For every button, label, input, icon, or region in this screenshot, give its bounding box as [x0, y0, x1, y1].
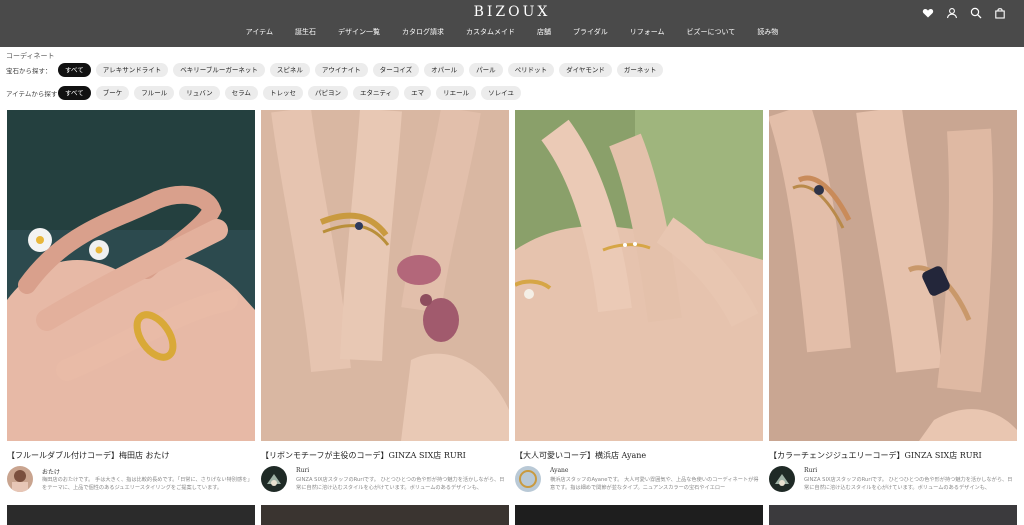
filter-panel: コーディネート 宝石から探す： すべて アレキサンドライト ベキリーブルーガーネ…: [6, 51, 1018, 100]
item-filter-row: アイテムから探す： すべて ブーケ フルール リュバン セラム トレッセ パピヨ…: [6, 86, 1018, 100]
author-description: GINZA SIX店スタッフのRuriです。 ひとつひとつの色や形が持つ魅力を活…: [804, 477, 1013, 491]
author-block: Ayane 横浜店スタッフのAyaneです。 大人可愛い雰囲気や、上品な色使いの…: [515, 466, 763, 496]
next-card-photo[interactable]: [515, 505, 763, 525]
item-pill-ruban[interactable]: リュバン: [179, 86, 220, 100]
stone-pill-alexandrite[interactable]: アレキサンドライト: [95, 63, 169, 77]
item-pill-tresse[interactable]: トレッセ: [262, 86, 303, 100]
card-title[interactable]: 【リボンモチーフが主役のコーデ】GINZA SIX店 RURI: [261, 450, 509, 461]
stone-pill-all[interactable]: すべて: [58, 63, 91, 77]
nav-item-designs[interactable]: デザイン一覧: [327, 27, 391, 37]
coordinate-photo[interactable]: [769, 110, 1017, 441]
site-header: BIZOUX アイテム 誕生石 デザイン一覧 カタログ請求 カスタムメイド 店舗…: [0, 0, 1024, 47]
item-filter-label: アイテムから探す：: [6, 90, 64, 98]
coordinate-photo[interactable]: [515, 110, 763, 441]
coordinate-card[interactable]: 【カラーチェンジジュエリーコーデ】GINZA SIX店 RURI Ruri GI…: [769, 110, 1017, 492]
coordinate-photo[interactable]: [7, 110, 255, 441]
item-pill-serum[interactable]: セラム: [224, 86, 258, 100]
author-description: 横浜店スタッフのAyaneです。 大人可愛い雰囲気や、上品な色使いのコーディネー…: [550, 477, 759, 491]
nav-item-bridal[interactable]: ブライダル: [562, 27, 619, 37]
coordinate-card[interactable]: 【フルールダブル付けコーデ】梅田店 おたけ おたけ 梅田店のおたけです。 手は大…: [7, 110, 255, 492]
nav-item-custom[interactable]: カスタムメイド: [455, 27, 526, 37]
stone-pill-opal[interactable]: オパール: [424, 63, 465, 77]
avatar: [261, 466, 287, 492]
nav-item-about[interactable]: ビズーについて: [676, 27, 747, 37]
user-icon[interactable]: [946, 7, 958, 19]
stone-pill-turquoise[interactable]: ターコイズ: [372, 63, 420, 77]
site-logo[interactable]: BIZOUX: [0, 4, 1024, 20]
main-nav: アイテム 誕生石 デザイン一覧 カタログ請求 カスタムメイド 店舗 ブライダル …: [0, 27, 1024, 37]
avatar: [515, 466, 541, 492]
breadcrumb[interactable]: コーディネート: [6, 51, 1018, 61]
author-name: Ruri: [804, 467, 818, 474]
stone-pill-hauyne[interactable]: アウイナイト: [314, 63, 368, 77]
stone-filter-label: 宝石から探す：: [6, 67, 52, 75]
card-title[interactable]: 【大人可愛いコーデ】横浜店 Ayane: [515, 450, 763, 461]
author-name: おたけ: [42, 469, 61, 476]
nav-item-birthstone[interactable]: 誕生石: [284, 27, 327, 37]
nav-item-catalog[interactable]: カタログ請求: [391, 27, 455, 37]
nav-item-stores[interactable]: 店舗: [526, 27, 562, 37]
nav-item-reform[interactable]: リフォーム: [619, 27, 676, 37]
card-title[interactable]: 【フルールダブル付けコーデ】梅田店 おたけ: [7, 450, 255, 461]
item-pill-papillon[interactable]: パピヨン: [307, 86, 348, 100]
stone-pill-garnet[interactable]: ガーネット: [616, 63, 664, 77]
author-block: おたけ 梅田店のおたけです。 手は大きく、指は比較的長めです。「日常に、さりげな…: [7, 466, 255, 496]
item-pill-all[interactable]: すべて: [58, 86, 91, 100]
nav-item-items[interactable]: アイテム: [235, 27, 284, 37]
author-name: Ruri: [296, 467, 310, 474]
header-icons: [922, 7, 1006, 19]
stone-pill-pearl[interactable]: パール: [469, 63, 503, 77]
card-title[interactable]: 【カラーチェンジジュエリーコーデ】GINZA SIX店 RURI: [769, 450, 1017, 461]
stone-pill-bekily-garnet[interactable]: ベキリーブルーガーネット: [173, 63, 265, 77]
nav-item-articles[interactable]: 読み物: [746, 27, 789, 37]
author-block: Ruri GINZA SIX店スタッフのRuriです。 ひとつひとつの色や形が持…: [261, 466, 509, 496]
author-name: Ayane: [550, 467, 569, 474]
coordinate-photo[interactable]: [261, 110, 509, 441]
next-card-photo[interactable]: [769, 505, 1017, 525]
heart-icon[interactable]: [922, 7, 934, 19]
item-pill-eternity[interactable]: エタニティ: [352, 86, 400, 100]
bag-icon[interactable]: [994, 7, 1006, 19]
author-description: 梅田店のおたけです。 手は大きく、指は比較的長めです。「日常に、さりげない特別感…: [42, 477, 253, 491]
author-block: Ruri GINZA SIX店スタッフのRuriです。 ひとつひとつの色や形が持…: [769, 466, 1017, 496]
next-card-photo[interactable]: [261, 505, 509, 525]
author-description: GINZA SIX店スタッフのRuriです。 ひとつひとつの色や形が持つ魅力を活…: [296, 477, 505, 491]
coordinate-card[interactable]: 【大人可愛いコーデ】横浜店 Ayane Ayane 横浜店スタッフのAyaneで…: [515, 110, 763, 492]
stone-pill-spinel[interactable]: スピネル: [269, 63, 310, 77]
avatar: [7, 466, 33, 492]
stone-pill-peridot[interactable]: ペリドット: [507, 63, 555, 77]
coordinate-card[interactable]: 【リボンモチーフが主役のコーデ】GINZA SIX店 RURI Ruri GIN…: [261, 110, 509, 492]
item-pill-fleur[interactable]: フルール: [134, 86, 175, 100]
item-pill-emma[interactable]: エマ: [404, 86, 432, 100]
item-pill-bouquet[interactable]: ブーケ: [95, 86, 130, 100]
next-card-photo[interactable]: [7, 505, 255, 525]
item-pill-soleil[interactable]: ソレイユ: [481, 86, 521, 100]
search-icon[interactable]: [970, 7, 982, 19]
stone-filter-row: 宝石から探す： すべて アレキサンドライト ベキリーブルーガーネット スピネル …: [6, 63, 1018, 77]
stone-pill-diamond[interactable]: ダイヤモンド: [559, 63, 612, 77]
avatar: [769, 466, 795, 492]
item-pill-lierre[interactable]: リエール: [436, 86, 477, 100]
